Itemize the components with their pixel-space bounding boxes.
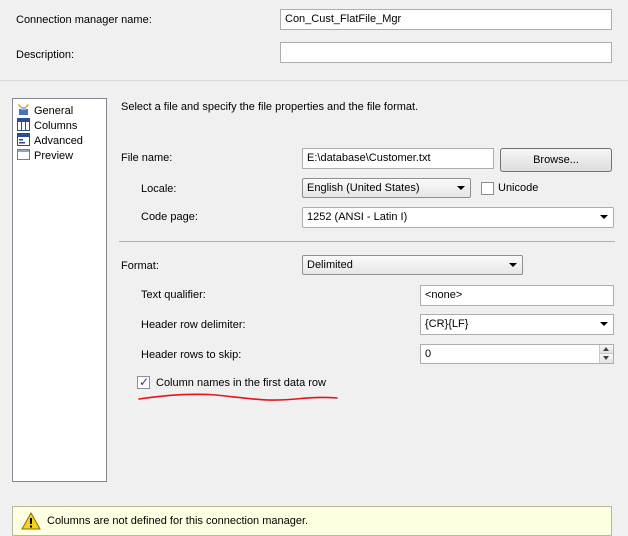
- header-separator: [0, 80, 628, 81]
- file-name-label: File name:: [121, 152, 173, 164]
- advanced-icon: [17, 133, 30, 146]
- columns-icon: [17, 118, 30, 131]
- locale-value: English (United States): [307, 182, 420, 194]
- sidebar-item-general[interactable]: General: [17, 103, 73, 118]
- code-page-select[interactable]: 1252 (ANSI - Latin I): [302, 207, 614, 228]
- header-rows-skip-value: 0: [425, 348, 432, 360]
- general-icon: [17, 103, 30, 116]
- warning-icon: [21, 512, 41, 530]
- text-qualifier-label: Text qualifier:: [141, 289, 206, 301]
- warning-text: Columns are not defined for this connect…: [47, 515, 309, 527]
- header-row-delimiter-value: {CR}{LF}: [425, 318, 469, 330]
- file-name-input[interactable]: E:\database\Customer.txt: [302, 148, 494, 169]
- sidebar-item-label: Columns: [34, 120, 78, 132]
- sidebar-item-columns[interactable]: Columns: [17, 118, 77, 133]
- description-input[interactable]: [280, 42, 612, 63]
- instruction-text: Select a file and specify the file prope…: [121, 101, 419, 113]
- warning-bar: Columns are not defined for this connect…: [12, 506, 612, 536]
- unicode-label: Unicode: [498, 182, 539, 194]
- description-label: Description:: [16, 49, 75, 61]
- code-page-value: 1252 (ANSI - Latin I): [307, 211, 408, 223]
- header-row-delimiter-select[interactable]: {CR}{LF}: [420, 314, 614, 335]
- locale-label: Locale:: [141, 183, 177, 195]
- sidebar-item-label: Advanced: [34, 135, 83, 147]
- chevron-down-icon: [509, 263, 517, 267]
- unicode-checkbox[interactable]: [481, 182, 494, 195]
- header-row-delimiter-label: Header row delimiter:: [141, 319, 246, 331]
- sidebar-item-label: Preview: [34, 150, 74, 162]
- connection-name-input[interactable]: Con_Cust_FlatFile_Mgr: [280, 9, 612, 30]
- browse-button[interactable]: Browse...: [500, 148, 612, 172]
- text-qualifier-input[interactable]: <none>: [420, 285, 614, 306]
- sidebar-item-advanced[interactable]: Advanced: [17, 133, 83, 148]
- arrow-up-icon: [603, 347, 609, 351]
- stepper-down-button[interactable]: [600, 354, 613, 363]
- chevron-down-icon: [600, 215, 608, 219]
- format-select[interactable]: Delimited: [302, 255, 523, 275]
- arrow-down-icon: [603, 356, 609, 360]
- locale-select[interactable]: English (United States): [302, 178, 471, 198]
- stepper-buttons: [599, 345, 613, 363]
- annotation-underline: [138, 393, 338, 401]
- section-separator: [119, 241, 615, 242]
- connection-name-label: Connection manager name:: [16, 14, 152, 26]
- page-list: General Columns Advanced Preview: [12, 98, 107, 482]
- header-rows-skip-stepper[interactable]: 0: [420, 344, 614, 364]
- format-value: Delimited: [307, 259, 353, 271]
- sidebar-item-preview[interactable]: Preview: [17, 148, 73, 163]
- header-rows-skip-label: Header rows to skip:: [141, 349, 242, 361]
- sidebar-item-label: General: [34, 105, 74, 117]
- code-page-label: Code page:: [141, 211, 198, 223]
- format-label: Format:: [121, 260, 159, 272]
- chevron-down-icon: [600, 322, 608, 326]
- preview-icon: [17, 148, 30, 161]
- stepper-up-button[interactable]: [600, 345, 613, 354]
- chevron-down-icon: [457, 186, 465, 190]
